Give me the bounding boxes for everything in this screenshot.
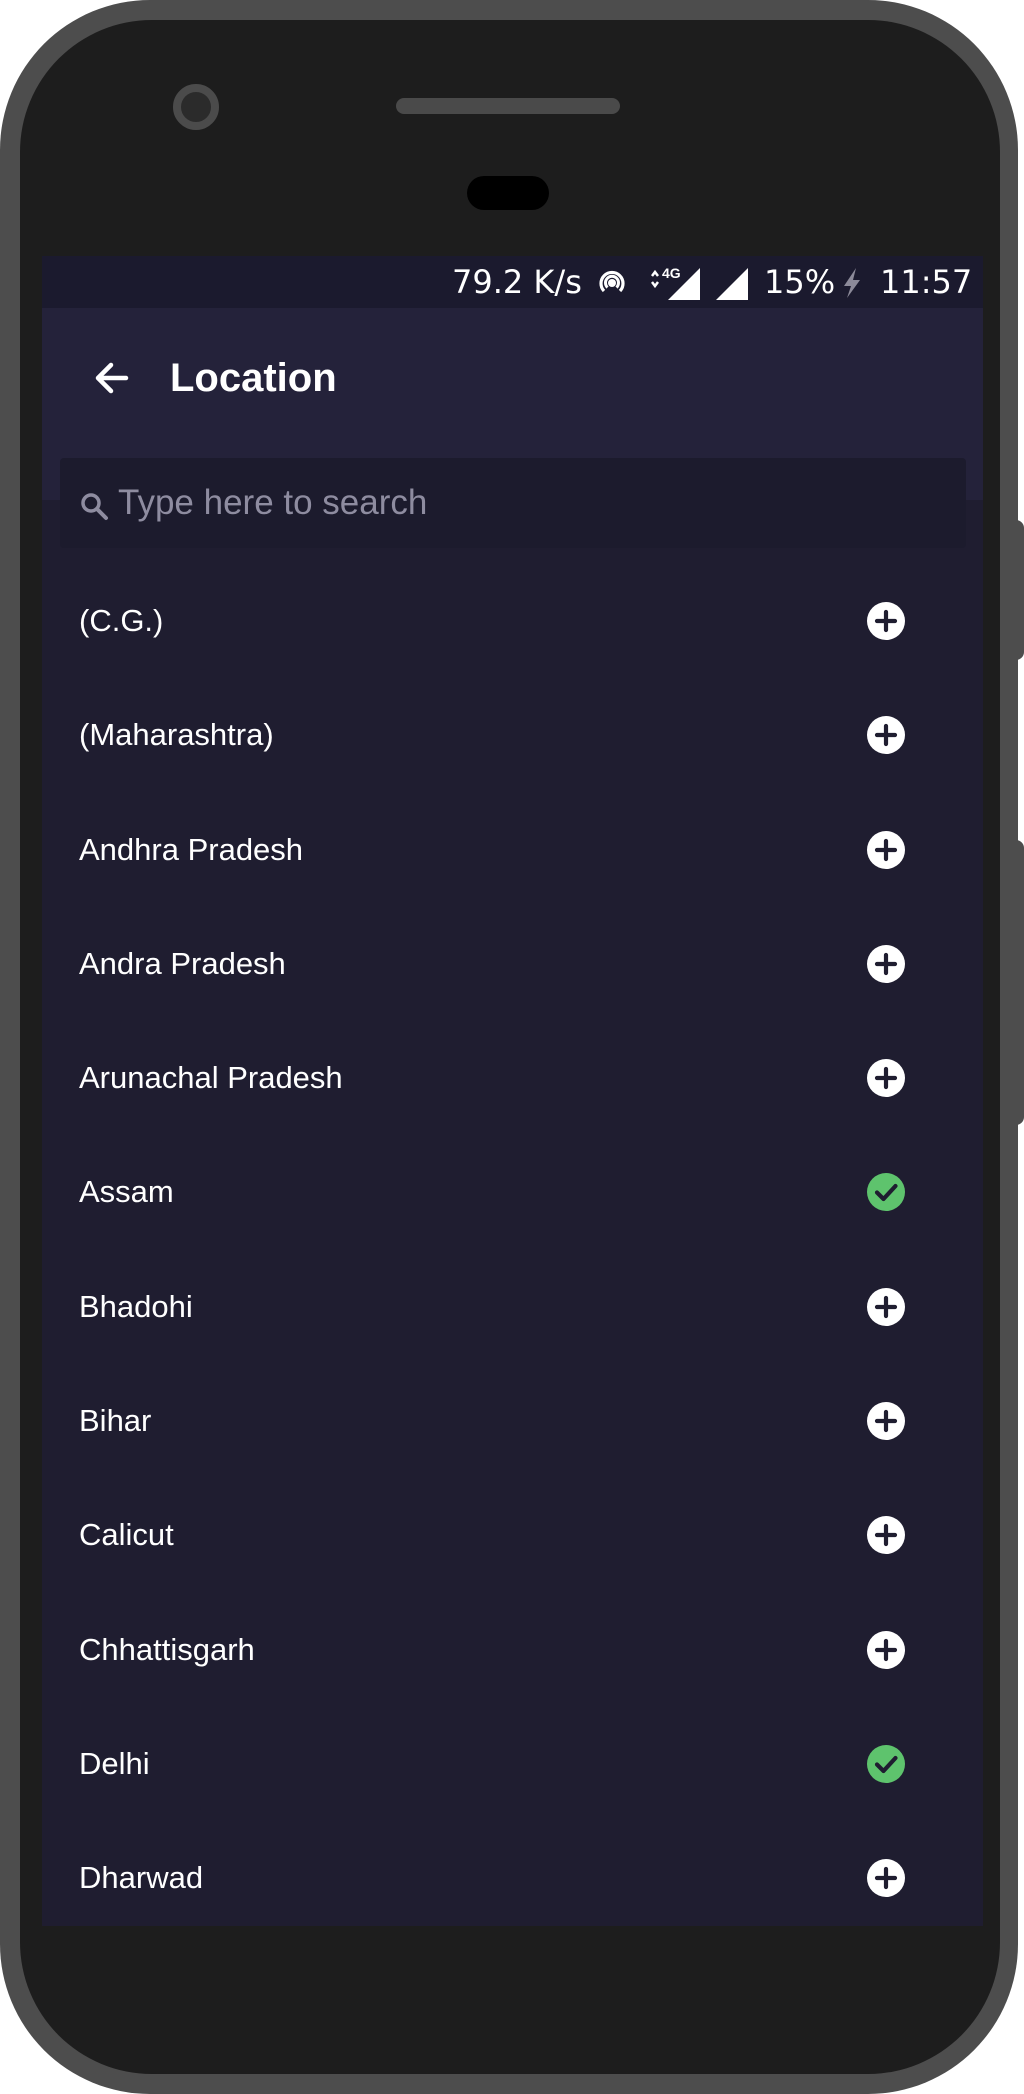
hotspot-icon	[594, 264, 630, 300]
charging-icon	[840, 256, 864, 308]
location-label: Bihar	[79, 1403, 152, 1439]
signal-icon-2	[712, 256, 752, 308]
phone-power-button	[1012, 520, 1024, 660]
add-circle-icon[interactable]	[867, 1516, 905, 1555]
search-icon	[81, 493, 108, 520]
location-label: Dharwad	[79, 1860, 204, 1896]
location-label: (Maharashtra)	[79, 717, 274, 753]
list-item[interactable]: (Maharashtra)	[42, 678, 983, 792]
phone-left-button	[0, 195, 22, 219]
clock: 11:57	[880, 263, 973, 301]
add-circle-icon[interactable]	[867, 1402, 905, 1441]
add-circle-icon[interactable]	[867, 1287, 905, 1326]
front-camera	[173, 84, 219, 130]
arrow-left-icon	[95, 362, 129, 394]
location-label: Delhi	[79, 1745, 150, 1781]
location-label: Assam	[79, 1174, 174, 1210]
list-item[interactable]: Bihar	[42, 1364, 983, 1478]
check-circle-icon[interactable]	[867, 1173, 905, 1212]
status-bar: 79.2 K/s 4G 15% 11:57	[42, 256, 983, 308]
add-circle-icon[interactable]	[867, 830, 905, 869]
location-label: (C.G.)	[79, 603, 164, 638]
location-label: Andra Pradesh	[79, 945, 286, 981]
signal-icon: 4G	[648, 256, 704, 308]
list-item[interactable]: Dharwad	[42, 1821, 983, 1926]
phone-volume-button	[1012, 840, 1024, 1125]
proximity-sensor	[467, 176, 549, 210]
add-circle-icon[interactable]	[867, 1630, 905, 1669]
add-circle-icon[interactable]	[867, 944, 905, 983]
back-button[interactable]	[82, 348, 142, 408]
battery-percent: 15%	[764, 263, 836, 301]
phone-top-button	[718, 0, 738, 20]
location-label: Calicut	[79, 1517, 174, 1553]
list-item[interactable]: Delhi	[42, 1707, 983, 1821]
app-screen: 79.2 K/s 4G 15% 11:57 Location Type here…	[42, 256, 983, 1926]
location-label: Bhadohi	[79, 1288, 193, 1324]
net-speed: 79.2 K/s	[452, 263, 582, 301]
page-title: Location	[170, 356, 337, 400]
list-item[interactable]: Calicut	[42, 1478, 983, 1592]
app-bar: Location	[42, 308, 983, 548]
location-label: Andhra Pradesh	[79, 831, 304, 867]
list-item[interactable]: Bhadohi	[42, 1250, 983, 1364]
list-item[interactable]: Arunachal Pradesh	[42, 1021, 983, 1135]
list-item[interactable]: Andra Pradesh	[42, 907, 983, 1021]
list-item[interactable]: Andhra Pradesh	[42, 793, 983, 907]
list-item[interactable]: Assam	[42, 1135, 983, 1249]
earpiece-speaker	[396, 98, 620, 114]
location-list: (C.G.) (Maharashtra) Andhra Pradesh Andra P…	[42, 564, 983, 1926]
phone-chin	[42, 1926, 983, 1936]
add-circle-icon[interactable]	[867, 602, 905, 640]
list-item[interactable]: Chhattisgarh	[42, 1593, 983, 1707]
check-circle-icon[interactable]	[867, 1744, 905, 1783]
add-circle-icon[interactable]	[867, 716, 905, 755]
network-type-label: 4G	[662, 265, 681, 281]
add-circle-icon[interactable]	[867, 1859, 905, 1898]
location-label: Chhattisgarh	[79, 1631, 255, 1667]
search-box[interactable]	[60, 458, 966, 548]
search-input[interactable]	[118, 458, 938, 548]
list-item[interactable]: (C.G.)	[42, 564, 983, 678]
location-label: Arunachal Pradesh	[79, 1060, 343, 1096]
add-circle-icon[interactable]	[867, 1059, 905, 1098]
